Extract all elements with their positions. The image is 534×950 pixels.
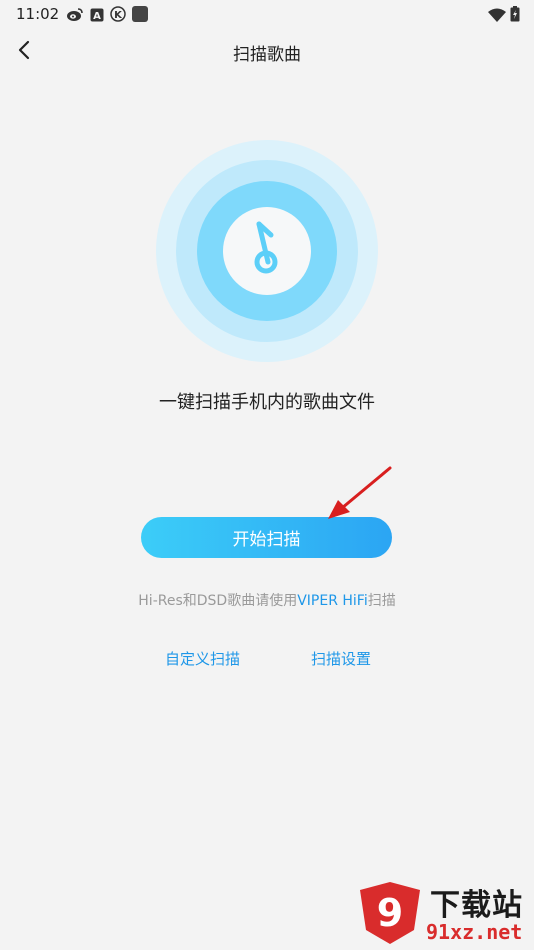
status-icons-left: A K — [66, 6, 148, 26]
custom-scan-link[interactable]: 自定义扫描 — [165, 648, 240, 669]
status-time: 11:02 — [16, 5, 60, 23]
weibo-icon — [66, 7, 84, 26]
svg-text:K: K — [114, 10, 123, 21]
hint-prefix: Hi-Res和DSD歌曲请使用 — [138, 593, 298, 609]
a-badge-icon: A — [90, 7, 104, 26]
scan-settings-link[interactable]: 扫描设置 — [311, 648, 371, 669]
hint-suffix: 扫描 — [367, 593, 396, 609]
status-bar: 11:02 A K — [0, 0, 534, 30]
annotation-arrow-icon — [320, 462, 400, 524]
battery-icon — [510, 6, 520, 26]
viper-hifi-link[interactable]: VIPER HiFi — [297, 593, 368, 609]
tagline: 一键扫描手机内的歌曲文件 — [159, 392, 375, 413]
watermark-text-bottom: 91xz.net — [426, 920, 523, 944]
watermark-logo-icon: 9 — [356, 880, 424, 950]
music-graphic — [156, 140, 378, 362]
watermark-text-top: 下载站 — [430, 888, 523, 923]
watermark: 9 下载站 91xz.net — [356, 878, 532, 948]
wifi-icon — [488, 7, 506, 26]
page-title: 扫描歌曲 — [233, 45, 301, 65]
watermark-logo-text: 9 — [377, 891, 403, 935]
app-bar: 扫描歌曲 — [0, 30, 534, 74]
k-badge-icon: K — [110, 6, 126, 26]
app-square-icon — [132, 6, 148, 26]
svg-text:A: A — [93, 11, 101, 22]
status-icons-right — [488, 6, 520, 26]
hires-hint: Hi-Res和DSD歌曲请使用VIPER HiFi扫描 — [0, 590, 534, 610]
